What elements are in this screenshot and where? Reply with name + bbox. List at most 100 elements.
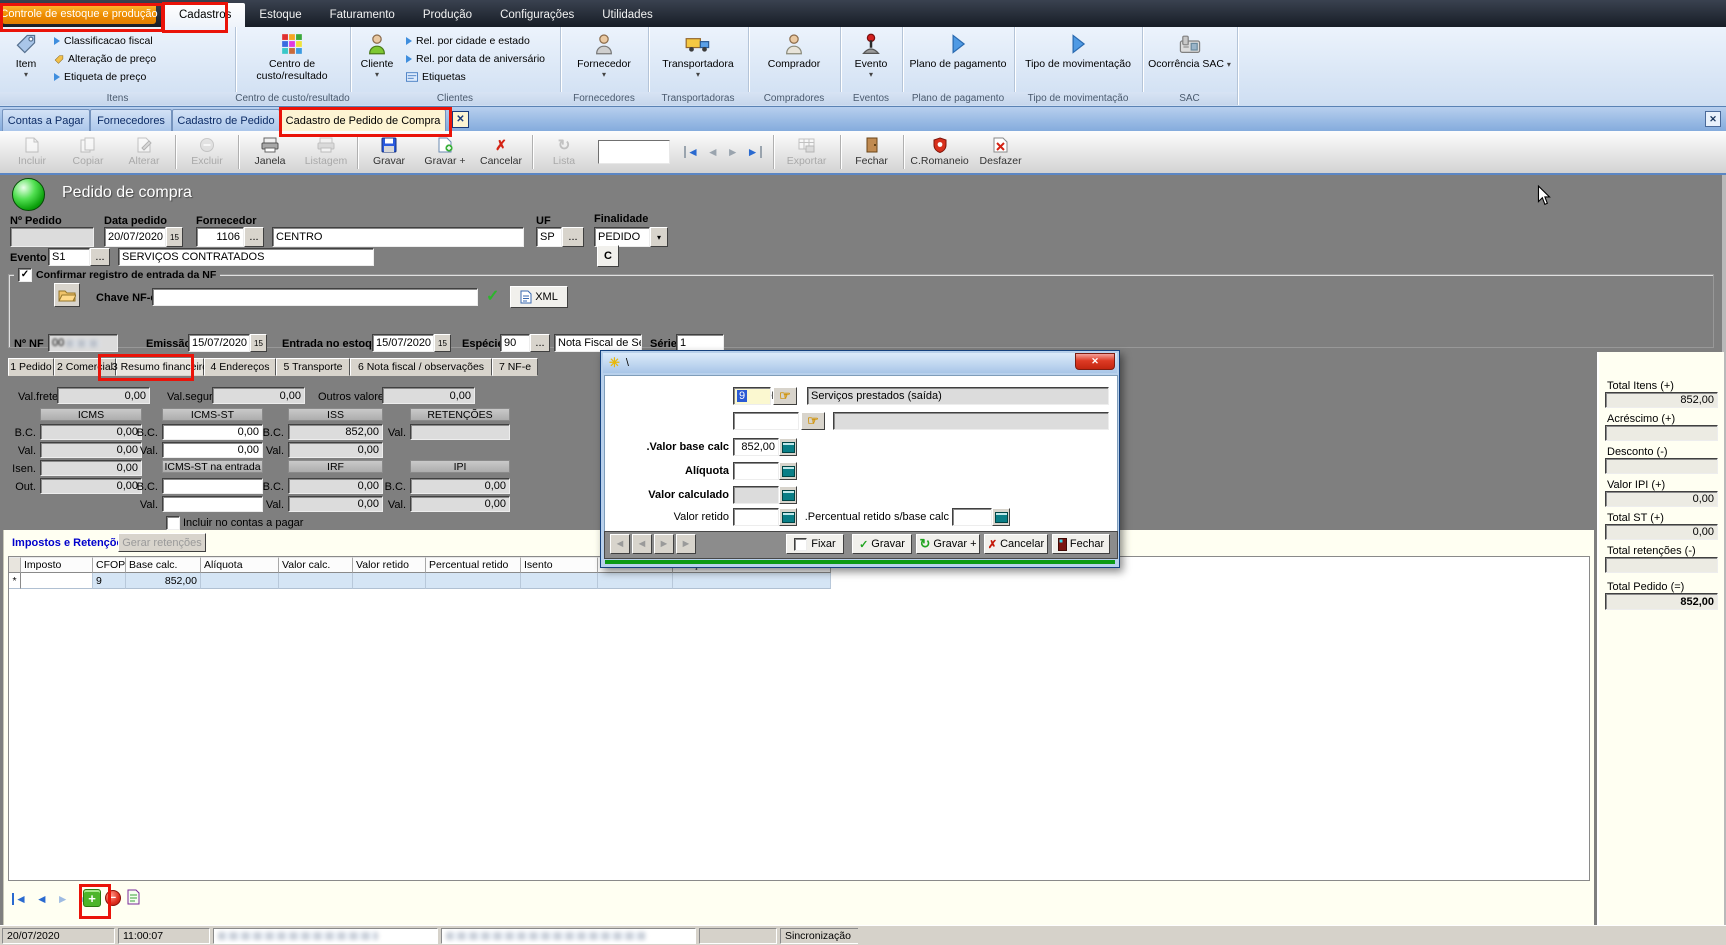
ribbon-tab-utilidades[interactable]: Utilidades — [588, 3, 667, 27]
plano-pagamento-button[interactable]: Plano de pagamento — [908, 31, 1008, 89]
cell-aliquota[interactable] — [201, 573, 279, 589]
col-base-calc[interactable]: Base calc. — [126, 557, 201, 573]
tab-pedido[interactable]: 1 Pedido — [8, 358, 54, 376]
fornecedor-button[interactable]: Fornecedor ▾ — [566, 31, 642, 89]
nav-first-icon[interactable]: ◄ — [684, 146, 699, 158]
calendar-icon[interactable]: 15 — [250, 334, 267, 352]
toolbar-gravar-button[interactable]: Gravar — [361, 133, 417, 171]
retencoes-val-field[interactable] — [410, 424, 510, 440]
application-menu-button[interactable]: Controle de estoque e produção — [2, 3, 156, 24]
irf-val-field[interactable]: 0,00 — [288, 496, 383, 512]
toolbar-gravar-mais-button[interactable]: Gravar + — [417, 133, 473, 171]
toolbar-listagem-button[interactable]: Listagem — [298, 133, 354, 171]
emissao-field[interactable]: 15/07/2020 — [188, 334, 250, 352]
ipi-val-field[interactable]: 0,00 — [410, 496, 510, 512]
dialog-nav-prev-button[interactable]: ◄ — [632, 534, 652, 554]
ribbon-item-alteracao-preco[interactable]: Alteração de preço — [54, 50, 156, 68]
num-nf-field[interactable]: 00 — [48, 334, 118, 352]
cell-valor-calc[interactable] — [279, 573, 353, 589]
num-pedido-field[interactable] — [10, 227, 94, 247]
cell-isento[interactable] — [521, 573, 598, 589]
cell-lanc-financ[interactable] — [673, 573, 831, 589]
iss-bc-field[interactable]: 852,00 — [288, 424, 383, 440]
col-valor-calc[interactable]: Valor calc. — [279, 557, 353, 573]
toolbar-excluir-button[interactable]: Excluir — [179, 133, 235, 171]
percentual-retido-calc-button[interactable] — [992, 508, 1010, 526]
fixar-checkbox[interactable] — [794, 538, 807, 551]
cell-valor-retido[interactable] — [353, 573, 426, 589]
val-frete-field[interactable]: 0,00 — [57, 387, 150, 404]
toolbar-lista-button[interactable]: ↻ Lista — [536, 133, 592, 171]
grid-nav-first-icon[interactable]: ◄ — [12, 893, 27, 905]
entrada-estoque-field[interactable]: 15/07/2020 — [372, 334, 434, 352]
cfop-field[interactable]: 9 — [733, 387, 771, 405]
nav-next-icon[interactable]: ► — [727, 146, 739, 158]
col-valor-retido[interactable]: Valor retido — [353, 557, 426, 573]
grid-edit-row-button[interactable] — [127, 889, 140, 905]
toolbar-janela-button[interactable]: Janela — [242, 133, 298, 171]
validate-check-icon[interactable]: ✓ — [486, 286, 499, 306]
imposto-lookup-button[interactable]: ☞ — [801, 412, 825, 430]
valor-base-calc-button[interactable] — [779, 438, 797, 456]
icmsst-entrada-bc-field[interactable] — [162, 478, 263, 494]
ribbon-tab-faturamento[interactable]: Faturamento — [316, 3, 409, 27]
aliquota-field[interactable] — [733, 462, 779, 480]
grid-delete-row-button[interactable]: − — [105, 890, 121, 906]
ribbon-item-rel-aniversario[interactable]: Rel. por data de aniversário — [406, 50, 545, 68]
tab-enderecos[interactable]: 4 Endereços — [204, 358, 276, 376]
aliquota-calc-button[interactable] — [779, 462, 797, 480]
toolbar-incluir-button[interactable]: Incluir — [4, 133, 60, 171]
uf-lookup-button[interactable]: ... — [562, 227, 584, 247]
data-pedido-field[interactable]: 20/07/2020 — [104, 227, 166, 247]
col-imposto[interactable]: Imposto — [21, 557, 93, 573]
ribbon-item-etiquetas[interactable]: Etiquetas — [406, 68, 545, 86]
fixar-checkbox-panel[interactable]: Fixar — [786, 534, 844, 554]
valor-base-field[interactable]: 852,00 — [733, 438, 779, 456]
percentual-retido-field[interactable] — [952, 508, 992, 526]
outros-valores-field[interactable]: 0,00 — [382, 387, 475, 404]
icmsst-entrada-val-field[interactable] — [162, 496, 263, 512]
gerar-retencoes-button[interactable]: Gerar retenções — [118, 533, 206, 552]
toolbar-exportar-button[interactable]: Exportar — [777, 133, 837, 171]
toolbar-fechar-button[interactable]: Fechar — [844, 133, 900, 171]
tipo-movimentacao-button[interactable]: Tipo de movimentação — [1022, 31, 1134, 89]
ribbon-item-classificacao-fiscal[interactable]: Classificacao fiscal — [54, 32, 156, 50]
icms-bc-field[interactable]: 0,00 — [40, 424, 142, 440]
table-row[interactable]: * 9 852,00 — [9, 573, 1589, 589]
finalidade-dropdown-button[interactable]: ▾ — [650, 227, 668, 247]
irf-bc-field[interactable]: 0,00 — [288, 478, 383, 494]
cell-base-calc[interactable]: 852,00 — [126, 573, 201, 589]
cliente-button[interactable]: Cliente ▾ — [354, 31, 400, 89]
ipi-bc-field[interactable]: 0,00 — [410, 478, 510, 494]
grid-add-row-button[interactable]: + — [83, 888, 101, 908]
dialog-cancelar-button[interactable]: ✗ Cancelar — [984, 534, 1048, 554]
cell-percentual-retido[interactable] — [426, 573, 521, 589]
xml-button[interactable]: XML — [510, 286, 568, 308]
toolbar-cancelar-button[interactable]: ✗ Cancelar — [473, 133, 529, 171]
toolbar-romaneio-button[interactable]: C.Romaneio — [907, 133, 973, 171]
dialog-fechar-button[interactable]: Fechar — [1052, 534, 1110, 554]
open-folder-button[interactable] — [54, 283, 80, 307]
val-seguro-field[interactable]: 0,00 — [212, 387, 305, 404]
dialog-gravar-button[interactable]: ✓ Gravar — [852, 534, 912, 554]
calendar-icon[interactable]: 15 — [434, 334, 451, 352]
c-button[interactable]: C — [597, 245, 619, 267]
evento-code-field[interactable]: S1 — [48, 248, 90, 266]
col-cfop[interactable]: CFOP — [93, 557, 126, 573]
evento-button[interactable]: Evento ▾ — [844, 31, 898, 89]
mdi-tab-cadastro-pedido[interactable]: Cadastro de Pedido — [172, 109, 280, 132]
nf-checkbox[interactable]: ✓ — [18, 268, 32, 282]
ocorrencia-sac-button[interactable]: Ocorrência SAC ▾ — [1148, 31, 1231, 89]
dialog-nav-next-button[interactable]: ► — [654, 534, 674, 554]
col-isento[interactable]: Isento — [521, 557, 598, 573]
dialog-gravar-mais-button[interactable]: ↻ Gravar + — [916, 534, 980, 554]
tab-nota-fiscal-observacoes[interactable]: 6 Nota fiscal / observações — [350, 358, 492, 376]
calendar-icon[interactable]: 15 — [166, 227, 183, 247]
centro-custo-button[interactable]: Centro de custo/resultado — [241, 31, 343, 89]
iss-val-field[interactable]: 0,00 — [288, 442, 383, 458]
chave-nfe-field[interactable] — [152, 288, 478, 306]
toolbar-alterar-button[interactable]: Alterar — [116, 133, 172, 171]
evento-lookup-button[interactable]: ... — [90, 248, 110, 266]
record-number-box[interactable] — [598, 140, 670, 164]
toolbar-desfazer-button[interactable]: Desfazer — [973, 133, 1029, 171]
